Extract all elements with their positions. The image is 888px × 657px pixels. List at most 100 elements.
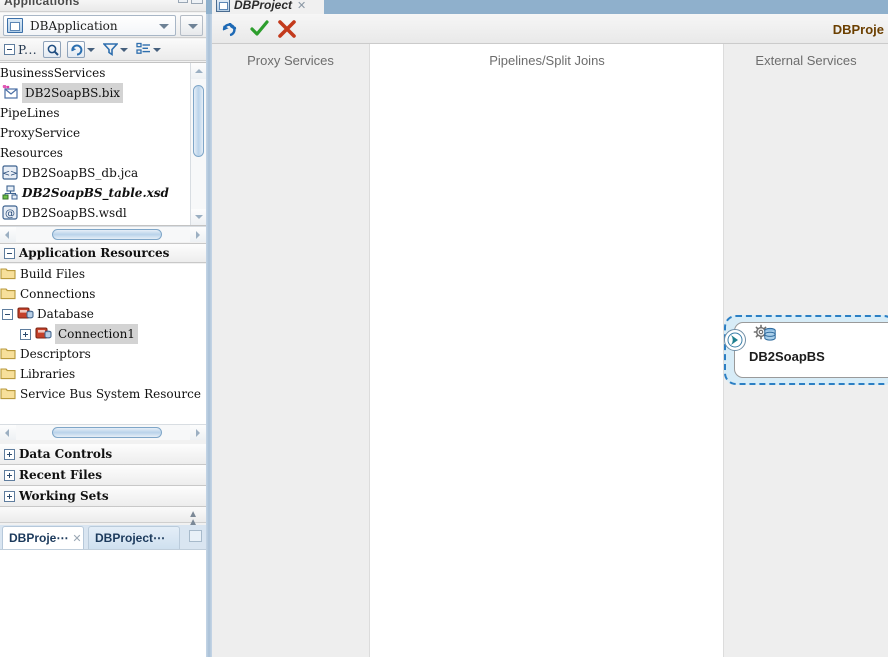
bottom-tab-dbproject-inactive[interactable]: DBProject⋯ xyxy=(88,526,180,549)
column-external-services[interactable]: External Services DB2SoapBS xyxy=(723,44,888,657)
vscroll-thumb[interactable] xyxy=(193,85,204,157)
close-icon[interactable]: ✕ xyxy=(72,532,81,545)
application-resource-item-label: Libraries xyxy=(20,367,76,381)
wsdl-file-icon: @ xyxy=(2,205,19,221)
res-scroll-left-icon[interactable] xyxy=(0,425,16,440)
expander-plus-icon[interactable] xyxy=(4,469,15,481)
editor-tabs-minimize-icon[interactable] xyxy=(189,530,202,542)
collapsed-section-data-controls[interactable]: Data Controls xyxy=(0,444,206,465)
project-tree-item[interactable]: <> DB2SoapBS_db.jca xyxy=(0,163,206,183)
group-by-dropdown-icon[interactable] xyxy=(153,47,162,52)
application-combo-label: DBApplication xyxy=(30,18,118,33)
project-tree[interactable]: BusinessServices DB2SoapBS.bix PipeLines Pr… xyxy=(0,62,206,226)
column-proxy-services[interactable]: Proxy Services xyxy=(212,44,370,657)
application-resource-item[interactable]: Descriptors xyxy=(0,344,206,364)
panel-resize-grip[interactable]: ▲ ▲ xyxy=(0,507,206,528)
project-tree-item-label: DB2SoapBS.bix xyxy=(22,83,124,103)
filter-dropdown-icon[interactable] xyxy=(120,47,129,52)
application-resources-hscrollbar[interactable] xyxy=(0,424,206,440)
application-resources-tree[interactable]: Build Files Connections Database Connection… xyxy=(0,264,206,424)
hscroll-thumb[interactable] xyxy=(52,229,162,240)
application-resource-item[interactable]: Libraries xyxy=(0,364,206,384)
column-pipelines-split-joins[interactable]: Pipelines/Split Joins xyxy=(371,44,723,657)
expander-minus-icon[interactable] xyxy=(2,308,13,320)
res-scroll-right-icon[interactable] xyxy=(190,425,206,440)
application-resource-item[interactable]: Connection1 xyxy=(0,324,206,344)
inbound-arrow-icon xyxy=(724,329,746,351)
project-tree-vscrollbar[interactable] xyxy=(190,63,206,225)
group-by-icon[interactable] xyxy=(134,41,151,58)
project-tree-item[interactable]: Resources xyxy=(0,143,206,163)
project-tree-item-label: DB2SoapBS_table.xsd xyxy=(22,186,169,200)
service-bus-canvas[interactable]: Proxy Services Pipelines/Split Joins Ext… xyxy=(212,44,888,657)
scroll-right-icon[interactable] xyxy=(190,227,206,242)
collapsed-section-label: Working Sets xyxy=(19,489,109,503)
project-tree-item[interactable]: ProxyService xyxy=(0,123,206,143)
editor-tabstrip: DBProject ✕ xyxy=(212,0,888,14)
project-tree-toolbar: P... xyxy=(0,39,206,61)
application-menu-button[interactable] xyxy=(180,15,203,36)
svg-text:@: @ xyxy=(5,209,15,220)
application-combo[interactable]: DBApplication xyxy=(3,15,176,36)
project-tree-hscrollbar[interactable] xyxy=(0,226,206,242)
database-icon xyxy=(17,306,34,322)
application-resource-item[interactable]: Build Files xyxy=(0,264,206,284)
project-tree-item[interactable]: PipeLines xyxy=(0,103,206,123)
column-header-external-services: External Services xyxy=(755,53,857,68)
res-hscroll-thumb[interactable] xyxy=(52,427,162,438)
folder-icon xyxy=(0,266,17,282)
project-icon xyxy=(216,0,230,12)
project-tree-item[interactable]: BusinessServices xyxy=(0,63,206,83)
chevron-down-icon[interactable] xyxy=(159,24,169,29)
project-tree-item-label: PipeLines xyxy=(0,106,60,120)
panel-maximize-icon[interactable] xyxy=(191,0,203,4)
collapsed-section-recent-files[interactable]: Recent Files xyxy=(0,465,206,486)
collapsed-section-label: Recent Files xyxy=(19,468,103,482)
ide-window: Applications DBApplication P... Business… xyxy=(0,0,888,657)
expander-plus-icon[interactable] xyxy=(4,448,15,460)
refresh-icon[interactable] xyxy=(67,41,86,58)
project-tree-item[interactable]: @ DB2SoapBS.wsdl xyxy=(0,203,206,223)
scroll-down-icon[interactable] xyxy=(191,209,206,225)
bottom-tab-dbproject-active[interactable]: DBProje⋯ ✕ xyxy=(2,526,84,549)
application-resources-header[interactable]: Application Resources xyxy=(0,243,206,263)
node-label: DB2SoapBS xyxy=(749,349,825,364)
project-tree-item-label: DB2SoapBS_db.jca xyxy=(22,166,139,180)
scroll-up-icon[interactable] xyxy=(191,63,206,79)
bottom-editor-area xyxy=(0,549,206,657)
column-header-pipelines: Pipelines/Split Joins xyxy=(489,53,605,68)
application-resource-item[interactable]: Service Bus System Resource xyxy=(0,384,206,404)
project-tree-item[interactable]: DB2SoapBS_table.xsd xyxy=(0,183,206,203)
collapsed-section-working-sets[interactable]: Working Sets xyxy=(0,486,206,507)
expander-minus-icon[interactable] xyxy=(4,247,15,259)
column-header-proxy-services: Proxy Services xyxy=(247,53,334,68)
node-db2soapbs[interactable]: DB2SoapBS xyxy=(724,315,888,389)
database-icon xyxy=(35,326,52,342)
editor-tab-dbproject[interactable]: DBProject ✕ xyxy=(212,0,324,14)
scroll-left-icon[interactable] xyxy=(0,227,16,242)
collapse-all-icon[interactable] xyxy=(4,44,15,55)
search-icon[interactable] xyxy=(43,41,62,58)
project-tree-item-label: DB2SoapBS.wsdl xyxy=(22,206,127,220)
expander-plus-icon[interactable] xyxy=(4,490,15,502)
application-resource-item-label: Connections xyxy=(20,287,96,301)
refresh-dropdown-icon[interactable] xyxy=(87,47,96,52)
application-resource-item[interactable]: Connections xyxy=(0,284,206,304)
project-tree-item[interactable]: DB2SoapBS.bix xyxy=(0,83,206,103)
reject-cross-icon[interactable] xyxy=(277,19,297,44)
application-resource-item-label: Database xyxy=(37,307,94,321)
folder-icon xyxy=(0,366,17,382)
application-resource-item[interactable]: Database xyxy=(0,304,206,324)
close-icon[interactable]: ✕ xyxy=(297,0,306,12)
refresh-icon[interactable] xyxy=(220,19,240,44)
filter-icon[interactable] xyxy=(101,41,119,58)
applications-panel-title: Applications xyxy=(4,0,80,8)
folder-icon xyxy=(0,346,17,362)
accept-check-icon[interactable] xyxy=(249,19,269,44)
editor-tab-label: DBProject xyxy=(234,0,293,12)
bottom-tab-label-0: DBProje⋯ xyxy=(9,531,69,545)
expander-plus-icon[interactable] xyxy=(20,328,31,340)
panel-minimize-icon[interactable] xyxy=(178,0,188,3)
project-tree-rows: BusinessServices DB2SoapBS.bix PipeLines Pr… xyxy=(0,63,206,223)
folder-icon xyxy=(0,386,17,402)
